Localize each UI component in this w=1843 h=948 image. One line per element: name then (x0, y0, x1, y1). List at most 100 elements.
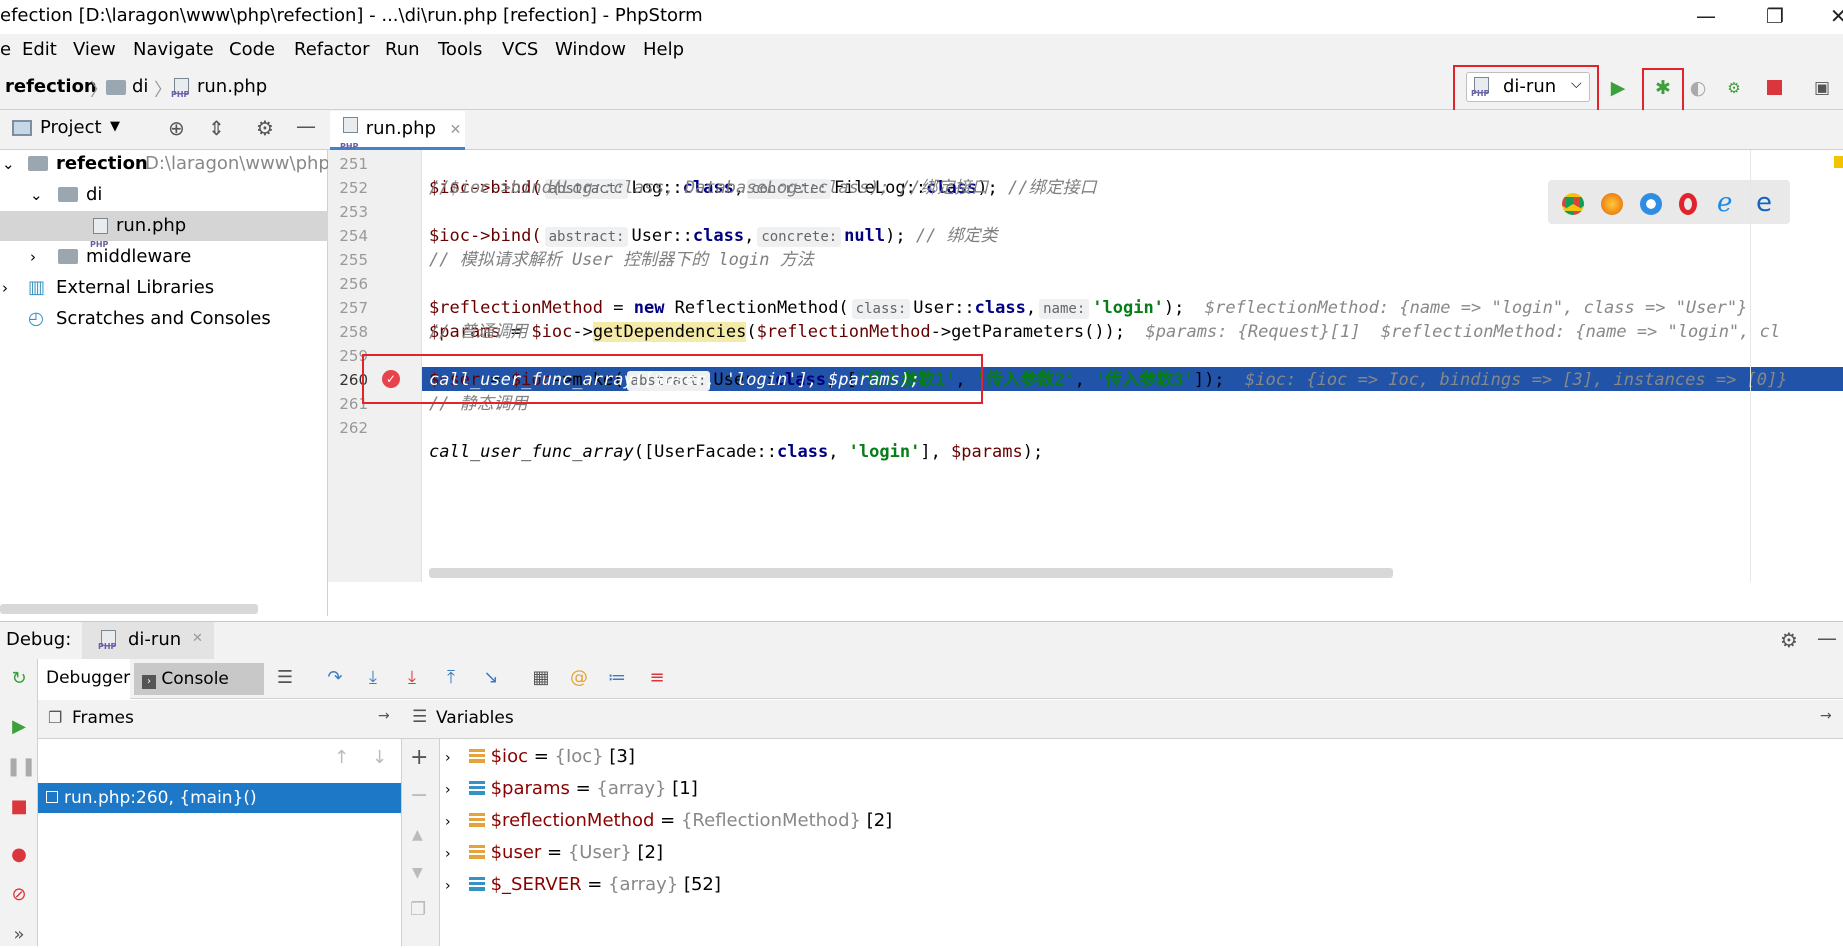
tree-item-scratches[interactable]: ◴ Scratches and Consoles (0, 304, 328, 334)
menu-vcs[interactable]: VCS (502, 39, 538, 60)
code-line-255[interactable]: // 模拟请求解析 User 控制器下的 login 方法 (429, 248, 814, 272)
hide-icon[interactable]: — (1817, 626, 1837, 650)
breadcrumb-file[interactable]: run.php (197, 76, 267, 97)
menu-window[interactable]: Window (555, 39, 626, 60)
tab-console-label: Console (161, 669, 229, 689)
code-line-253[interactable]: $ioc->bind(abstract: User::class, concrete… (429, 200, 998, 247)
pause-icon[interactable]: ❚❚ (6, 754, 36, 780)
code-line-258[interactable]: // 普通调用 (429, 320, 528, 344)
editor-horizontal-scrollbar[interactable] (429, 568, 1393, 578)
opera-icon[interactable] (1679, 193, 1697, 215)
firefox-icon[interactable] (1601, 193, 1623, 215)
chevron-right-icon[interactable]: › (445, 750, 451, 766)
chevron-right-icon[interactable]: › (445, 878, 451, 894)
variable-row[interactable]: › $params = {array} [1] (445, 773, 698, 805)
menu-edit[interactable]: Edit (22, 39, 57, 60)
chevron-right-icon[interactable]: › (445, 814, 451, 830)
tree-item-middleware[interactable]: › middleware (0, 242, 328, 272)
tree-item-external-libraries[interactable]: › ▥ External Libraries (0, 273, 328, 303)
resume-icon[interactable]: ▶ (6, 714, 32, 740)
step-out-icon[interactable]: ⤒ (438, 664, 464, 692)
add-icon[interactable]: + (410, 745, 428, 770)
mute-breakpoints-icon[interactable]: ⊘ (6, 882, 32, 908)
project-title[interactable]: Project (40, 117, 102, 138)
tab-debugger[interactable]: Debugger (38, 659, 130, 699)
variable-row[interactable]: › $ioc = {Ioc} [3] (445, 741, 635, 773)
step-into-icon[interactable]: ⤓ (360, 664, 386, 692)
arrow-down-icon[interactable]: ↓ (372, 747, 387, 768)
breadcrumb-folder[interactable]: di (132, 76, 148, 97)
close-tab-icon[interactable]: ✕ (450, 122, 462, 138)
edge-icon[interactable]: e (1756, 188, 1772, 218)
arrow-up-icon[interactable]: ↑ (334, 747, 349, 768)
pin-icon[interactable]: → (1820, 708, 1832, 724)
frames-list-icon[interactable]: ☰ (272, 664, 298, 692)
menu-run[interactable]: Run (385, 39, 420, 60)
breadcrumb-project[interactable]: refection (5, 76, 97, 97)
tree-item-root[interactable]: ⌄ refection D:\laragon\www\php (0, 149, 330, 179)
frame-item[interactable]: run.php:260, {main}() (38, 783, 401, 813)
locate-icon[interactable]: ⊕ (168, 116, 185, 140)
run-to-cursor-icon[interactable]: ↘ (478, 664, 504, 692)
run-config-selector[interactable]: di-run ⌵ (1466, 72, 1590, 102)
gear-icon[interactable]: ⚙ (256, 116, 274, 140)
listen-debug-icon[interactable]: ⚙ (1722, 76, 1746, 100)
view-breakpoints-icon[interactable]: ● (6, 842, 32, 868)
variable-row[interactable]: › $reflectionMethod = {ReflectionMethod} … (445, 805, 892, 837)
tab-console[interactable]: › Console (134, 663, 264, 695)
internet-explorer-icon[interactable]: e (1717, 188, 1732, 218)
move-down-icon[interactable]: ▼ (412, 865, 423, 881)
menu-refactor[interactable]: Refactor (294, 39, 370, 60)
variable-row[interactable]: › $user = {User} [2] (445, 837, 663, 869)
tree-item-label: External Libraries (56, 277, 215, 298)
rerun-icon[interactable]: ↻ (6, 666, 32, 692)
code-line-256[interactable]: $reflectionMethod = new ReflectionMethod… (429, 272, 1747, 319)
restore-layout-icon[interactable]: ≔ (604, 664, 630, 692)
menu-tools[interactable]: Tools (438, 39, 482, 60)
minimize-icon[interactable]: — (1696, 4, 1716, 28)
variable-row[interactable]: › $_SERVER = {array} [52] (445, 869, 721, 901)
menu-code[interactable]: Code (229, 39, 275, 60)
debug-bug-icon[interactable]: ✱ (1651, 76, 1675, 100)
collapse-all-icon[interactable]: ⇕ (208, 116, 225, 140)
stop-icon[interactable] (1762, 76, 1786, 100)
code-line-257[interactable]: $params = $ioc->getDependencies($reflect… (429, 296, 1780, 342)
add-watch-icon[interactable]: ≡ (644, 664, 670, 692)
evaluate-expression-icon[interactable]: ▦ (528, 664, 554, 692)
terminal-icon[interactable]: ▣ (1810, 76, 1834, 100)
hide-icon[interactable]: — (296, 114, 316, 138)
menu-view[interactable]: View (73, 39, 116, 60)
tab-run-php[interactable]: run.php ✕ (330, 111, 465, 165)
chevron-down-icon[interactable]: ▼ (110, 119, 120, 134)
pin-icon[interactable]: → (378, 708, 390, 724)
copy-icon[interactable]: ❐ (410, 899, 426, 920)
project-scrollbar[interactable] (0, 604, 258, 614)
stop-icon[interactable]: ■ (6, 794, 32, 820)
menu-navigate[interactable]: Navigate (133, 39, 214, 60)
code-line-252[interactable]: //$ioc->bind(Log::class, DatabaseLog::cl… (429, 176, 988, 200)
move-up-icon[interactable]: ▲ (412, 827, 423, 843)
restore-icon[interactable]: ❐ (1766, 4, 1784, 28)
more-icon[interactable]: » (6, 922, 32, 948)
chevron-right-icon[interactable]: › (445, 782, 451, 798)
debug-session-tab[interactable]: di-run ✕ (82, 622, 214, 660)
force-step-into-icon[interactable]: ⤓ (399, 664, 425, 692)
close-tab-icon[interactable]: ✕ (192, 631, 203, 646)
tree-item-di[interactable]: ⌄ di (0, 180, 328, 210)
run-icon[interactable]: ▶ (1606, 76, 1630, 100)
chevron-right-icon[interactable]: › (445, 846, 451, 862)
menu-help[interactable]: Help (643, 39, 684, 60)
code-line-262[interactable]: call_user_func_array([UserFacade::class,… (429, 416, 1043, 462)
tree-item-run-php[interactable]: run.php (0, 211, 328, 260)
menu-file[interactable]: e (0, 39, 11, 60)
tree-root-name: refection (56, 153, 148, 174)
close-icon[interactable]: ✕ (1830, 4, 1843, 28)
gear-icon[interactable]: ⚙ (1780, 628, 1798, 652)
watch-icon[interactable]: @ (566, 664, 592, 692)
chrome-icon[interactable] (1562, 193, 1584, 215)
coverage-icon[interactable]: ◐ (1686, 76, 1710, 100)
step-over-icon[interactable]: ↷ (322, 664, 348, 692)
code-line-251[interactable]: $ioc->bind(abstract: Log::class, concrete:… (429, 152, 1096, 199)
remove-icon[interactable]: − (410, 783, 428, 808)
safari-icon[interactable] (1640, 193, 1662, 215)
